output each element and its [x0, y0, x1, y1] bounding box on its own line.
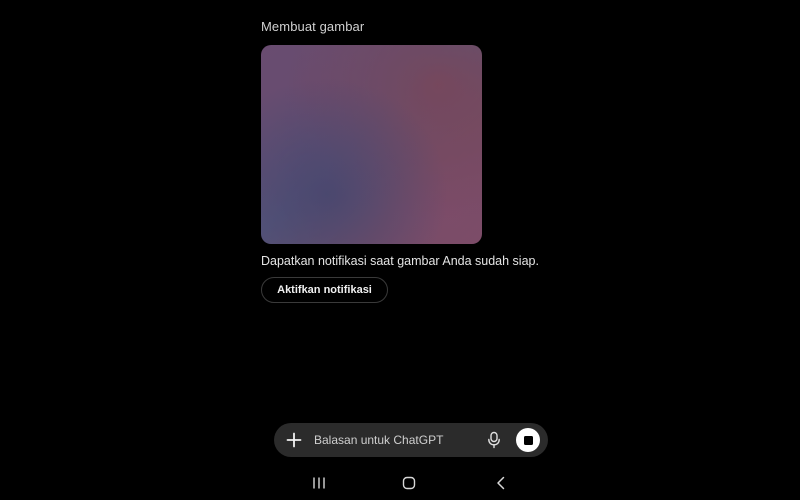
home-icon[interactable]: [402, 476, 416, 490]
stop-generation-button[interactable]: [516, 428, 540, 452]
message-composer: [274, 423, 548, 457]
generating-image-placeholder: [261, 45, 482, 244]
image-generation-status: Membuat gambar: [261, 19, 365, 34]
stop-icon: [523, 435, 533, 445]
recent-apps-icon[interactable]: [311, 476, 327, 490]
chat-screen: Membuat gambar Dapatkan notifikasi saat …: [0, 0, 800, 500]
plus-icon[interactable]: [285, 431, 303, 449]
microphone-icon[interactable]: [486, 431, 502, 449]
back-icon[interactable]: [494, 475, 508, 491]
message-input[interactable]: [314, 430, 474, 450]
enable-notifications-button[interactable]: Aktifkan notifikasi: [261, 277, 388, 303]
system-navigation-bar: [0, 470, 800, 496]
notification-prompt-text: Dapatkan notifikasi saat gambar Anda sud…: [261, 254, 539, 268]
